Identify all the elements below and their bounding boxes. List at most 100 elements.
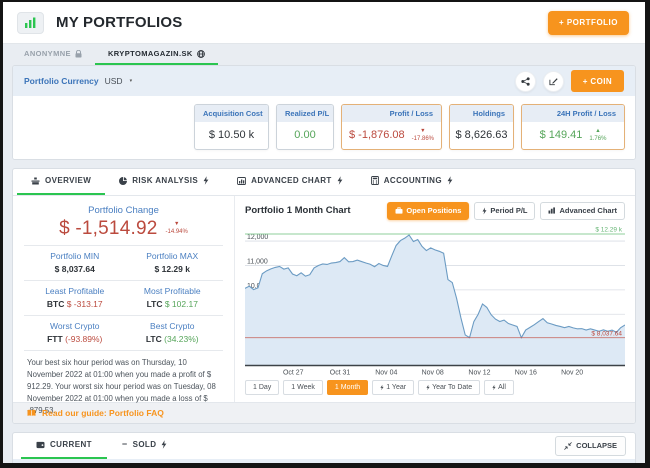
bolt-icon bbox=[380, 384, 384, 391]
tab-sold[interactable]: − SOLD bbox=[107, 433, 182, 459]
tab-label: SOLD bbox=[133, 440, 157, 449]
range-year-to-date-button[interactable]: Year To Date bbox=[418, 380, 480, 395]
least-profitable-coin: BTC bbox=[47, 299, 64, 309]
button-label: Open Positions bbox=[406, 206, 461, 215]
most-profitable-coin: LTC bbox=[147, 299, 163, 309]
col-price: Price bbox=[274, 463, 379, 464]
page-title: MY PORTFOLIOS bbox=[56, 14, 183, 31]
button-label: COLLAPSE bbox=[576, 441, 617, 450]
portfolio-min-value: $ 8,037.64 bbox=[26, 264, 124, 274]
portfolio-max-label: Portfolio MAX bbox=[124, 251, 222, 261]
stat-profit-loss: Profit / Loss $ -1,876.08 ▼ -17.86% bbox=[341, 104, 442, 150]
edit-icon bbox=[549, 77, 558, 86]
stat-label: Acquisition Cost bbox=[195, 105, 268, 122]
worst-crypto-value: (-93.89%) bbox=[65, 334, 102, 344]
button-label: 1 Day bbox=[253, 384, 271, 391]
stat-value: $ 8,626.63 bbox=[450, 122, 513, 148]
col-profit-loss: Profit/Loss bbox=[471, 463, 553, 464]
svg-text:$ 12.29 k: $ 12.29 k bbox=[595, 226, 622, 233]
pie-chart-icon bbox=[119, 177, 127, 185]
svg-text:Nov 12: Nov 12 bbox=[468, 369, 490, 376]
tab-accounting[interactable]: ACCOUNTING bbox=[357, 169, 467, 195]
svg-text:$ 8,037.64: $ 8,037.64 bbox=[591, 330, 622, 337]
portfolio-change-label: Portfolio Change bbox=[26, 205, 221, 216]
collapse-button[interactable]: COLLAPSE bbox=[555, 436, 626, 456]
portfolio-faq-link[interactable]: Read our guide: Portfolio FAQ bbox=[42, 408, 164, 418]
tab-risk-analysis[interactable]: RISK ANALYSIS bbox=[105, 169, 223, 195]
share-icon bbox=[521, 77, 530, 86]
best-crypto-label: Best Crypto bbox=[124, 321, 222, 331]
portfolio-change-value: $ -1,514.92 bbox=[59, 218, 157, 240]
chevron-down-icon: ▾ bbox=[130, 78, 133, 84]
bolt-icon bbox=[203, 176, 209, 185]
portfolio-change-delta: ▼ -14.94% bbox=[165, 222, 187, 235]
stat-holdings: Holdings $ 8,626.63 bbox=[449, 104, 514, 150]
open-positions-button[interactable]: Open Positions bbox=[387, 202, 469, 220]
period-pl-button[interactable]: Period P/L bbox=[474, 202, 535, 220]
most-profitable-label: Most Profitable bbox=[124, 286, 222, 296]
advanced-chart-button[interactable]: Advanced Chart bbox=[540, 202, 625, 220]
range-1-week-button[interactable]: 1 Week bbox=[283, 380, 323, 395]
range-1-day-button[interactable]: 1 Day bbox=[245, 380, 279, 395]
chart-range-buttons: 1 Day 1 Week 1 Month 1 Year Year To Date… bbox=[245, 377, 625, 395]
stat-value: 0.00 bbox=[277, 122, 333, 148]
portfolio-tab-anonymne[interactable]: ANONYMNE bbox=[11, 44, 95, 65]
stat-label: Realized P/L bbox=[277, 105, 333, 122]
currency-select[interactable]: USD ▾ bbox=[105, 76, 132, 86]
min-max-row: Portfolio MIN $ 8,037.64 Portfolio MAX $… bbox=[26, 246, 221, 280]
lock-icon bbox=[75, 50, 82, 58]
range-1-year-button[interactable]: 1 Year bbox=[372, 380, 414, 395]
least-profitable-value: $ -313.17 bbox=[67, 299, 103, 309]
stat-24h-profit-loss: 24H Profit / Loss $ 149.41 ▲ 1.76% bbox=[521, 104, 625, 150]
bolt-icon bbox=[492, 384, 496, 391]
share-button[interactable] bbox=[515, 71, 536, 92]
page-header: MY PORTFOLIOS + PORTFOLIO bbox=[3, 2, 645, 44]
button-label: Year To Date bbox=[432, 384, 472, 391]
col-total-value: Total Value bbox=[379, 463, 471, 464]
collapse-icon bbox=[564, 442, 572, 450]
bar-chart-icon bbox=[237, 177, 246, 185]
stat-label: Holdings bbox=[450, 105, 513, 122]
stats-row: Acquisition Cost $ 10.50 k Realized P/L … bbox=[13, 96, 635, 159]
portfolio-area-chart[interactable]: 7,0008,0009,00010,00011,00012,000$ 12.29… bbox=[245, 224, 625, 377]
book-icon bbox=[27, 409, 36, 417]
add-portfolio-button[interactable]: + PORTFOLIO bbox=[548, 11, 629, 35]
bolt-icon bbox=[337, 176, 343, 185]
tab-current[interactable]: CURRENT bbox=[21, 433, 107, 459]
svg-text:Oct 27: Oct 27 bbox=[283, 369, 304, 376]
col-coin-date: Coin/Date bbox=[45, 463, 274, 464]
bar-chart-icon bbox=[548, 207, 556, 214]
chart-canvas: 7,0008,0009,00010,00011,00012,000$ 12.29… bbox=[245, 224, 625, 377]
overview-content: Portfolio Change $ -1,514.92 ▼ -14.94% P… bbox=[13, 196, 635, 402]
tab-label: CURRENT bbox=[50, 440, 92, 449]
bolt-icon bbox=[482, 207, 487, 215]
range-all-button[interactable]: All bbox=[484, 380, 514, 395]
down-triangle-icon: ▼ bbox=[420, 129, 425, 135]
svg-text:Nov 20: Nov 20 bbox=[561, 369, 583, 376]
stat-value: $ -1,876.08 bbox=[349, 129, 405, 141]
portfolio-tabs: ANONYMNE KRYPTOMAGAZIN.SK bbox=[3, 44, 645, 65]
svg-text:Oct 31: Oct 31 bbox=[330, 369, 351, 376]
portfolio-summary-card: Portfolio Currency USD ▾ + COIN Acquisit… bbox=[12, 65, 636, 160]
holdings-card: CURRENT − SOLD COLLAPSE # Coin/Date Pric… bbox=[12, 432, 636, 464]
tab-overview[interactable]: OVERVIEW bbox=[17, 169, 105, 195]
svg-text:Nov 16: Nov 16 bbox=[515, 369, 537, 376]
portfolio-tab-label: KRYPTOMAGAZIN.SK bbox=[108, 49, 193, 58]
range-1-month-button[interactable]: 1 Month bbox=[327, 380, 368, 395]
portfolio-chart-icon bbox=[17, 12, 44, 34]
podium-icon bbox=[31, 177, 40, 185]
add-coin-button[interactable]: + COIN bbox=[571, 70, 624, 92]
button-label: 1 Month bbox=[335, 384, 360, 391]
stat-delta: ▼ -17.86% bbox=[412, 129, 434, 142]
portfolio-tab-label: ANONYMNE bbox=[24, 49, 71, 58]
edit-button[interactable] bbox=[543, 71, 564, 92]
bolt-icon bbox=[426, 384, 430, 391]
down-triangle-icon: ▼ bbox=[174, 222, 179, 228]
tab-advanced-chart[interactable]: ADVANCED CHART bbox=[223, 169, 357, 195]
portfolio-tab-kryptomagazin[interactable]: KRYPTOMAGAZIN.SK bbox=[95, 44, 218, 65]
svg-text:Nov 08: Nov 08 bbox=[422, 369, 444, 376]
stat-acquisition-cost: Acquisition Cost $ 10.50 k bbox=[194, 104, 269, 150]
most-profitable-value: $ 102.17 bbox=[165, 299, 198, 309]
bolt-icon bbox=[161, 440, 167, 449]
best-crypto-coin: LTC bbox=[146, 334, 162, 344]
